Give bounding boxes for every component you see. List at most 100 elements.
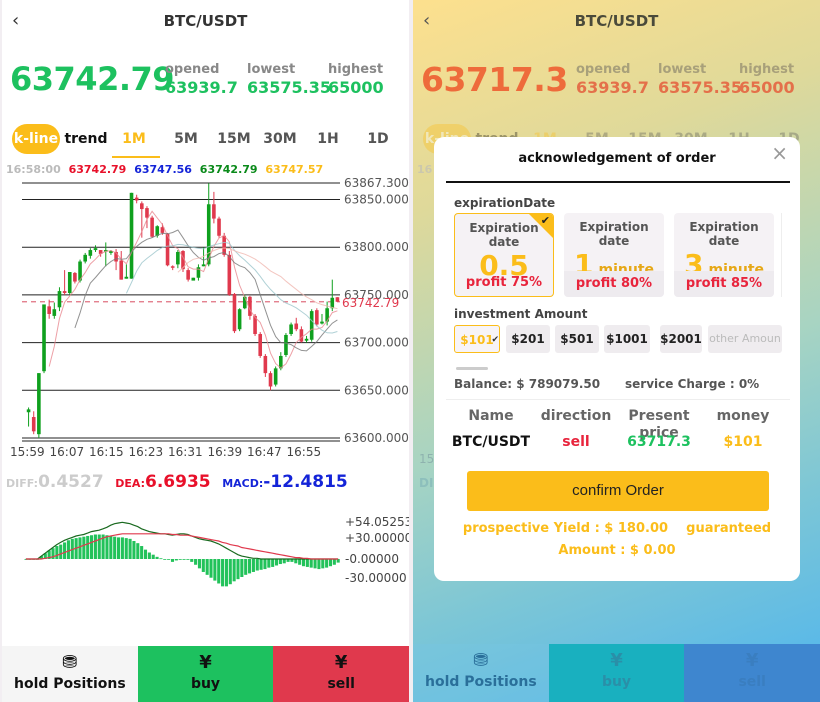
tab-30m[interactable]: 30M bbox=[260, 124, 300, 154]
expiration-header: Expiration date bbox=[579, 220, 649, 248]
yen-coin-icon: ¥ bbox=[610, 650, 623, 671]
col-present-price: Present price bbox=[628, 408, 690, 441]
price-summary: 63717.3 opened 63939.7 lowest 63575.35 h… bbox=[421, 58, 816, 108]
lowest-value: 63575.35 bbox=[247, 78, 332, 97]
opened-stat: opened 63939.7 bbox=[576, 62, 649, 97]
y-tick-label: 63600.0000 bbox=[344, 431, 409, 445]
candle-body bbox=[335, 297, 340, 302]
expiration-date-label: expirationDate bbox=[454, 196, 556, 210]
hold-positions-button[interactable]: ⛃ hold Positions bbox=[2, 646, 138, 702]
macd-bar bbox=[209, 559, 213, 578]
hold-positions-button[interactable]: ⛃ hold Positions bbox=[413, 644, 549, 702]
macd-bar bbox=[116, 537, 121, 559]
macd-y-tick: -30.00000 bbox=[345, 571, 407, 585]
expiration-scroll-edge bbox=[781, 213, 801, 297]
candle-body bbox=[67, 272, 72, 293]
row-direction: sell bbox=[562, 434, 590, 450]
macd-bar bbox=[255, 559, 259, 571]
amount-option-101[interactable]: $101 ✔ bbox=[454, 325, 500, 353]
highest-value: 65000 bbox=[739, 78, 795, 97]
macd-value: -12.4815 bbox=[263, 472, 348, 492]
tab-1h[interactable]: 1H bbox=[310, 124, 346, 154]
macd-readout: DIFF:0.4527 DEA:6.6935 MACD:-12.4815 bbox=[6, 472, 354, 492]
macd-bar bbox=[178, 559, 182, 560]
sell-button[interactable]: ¥ sell bbox=[273, 646, 409, 702]
candle-body bbox=[37, 373, 41, 435]
candle-body bbox=[42, 304, 46, 372]
buy-button[interactable]: ¥ buy bbox=[548, 644, 685, 702]
tab-k-line[interactable]: k-line bbox=[12, 124, 60, 154]
candle-body bbox=[284, 334, 288, 356]
confirm-order-button[interactable]: confirm Order bbox=[467, 471, 769, 511]
tab-15m[interactable]: 15M bbox=[214, 124, 254, 154]
expiration-option-1[interactable]: Expiration date 1 minute profit 80% bbox=[564, 213, 664, 297]
tab-5m[interactable]: 5M bbox=[168, 124, 204, 154]
macd-bar bbox=[321, 559, 325, 569]
sell-label: sell bbox=[327, 676, 355, 692]
candle-body bbox=[315, 310, 319, 325]
checkmark-icon: ✔ bbox=[491, 335, 499, 345]
expiration-option-0-5[interactable]: ✔ Expiration date 0.5 profit 75% bbox=[454, 213, 554, 297]
expiration-option-3[interactable]: Expiration date 3 minute profit 85% bbox=[674, 213, 774, 297]
macd-bar bbox=[332, 559, 336, 565]
macd-bar bbox=[278, 559, 282, 565]
lowest-stat: lowest 63575.35 bbox=[247, 62, 331, 97]
macd-bar bbox=[182, 559, 186, 560]
macd-bar bbox=[217, 559, 221, 584]
other-amount-input[interactable]: other Amoun bbox=[708, 325, 782, 353]
sell-button[interactable]: ¥ sell bbox=[684, 644, 820, 702]
candle-body bbox=[26, 409, 31, 413]
macd-bar bbox=[205, 559, 209, 575]
balance: Balance: $ 789079.50 bbox=[454, 377, 601, 391]
ma30-line bbox=[177, 247, 338, 310]
macd-bar bbox=[190, 559, 194, 562]
candle-body bbox=[145, 208, 149, 218]
amount-slider-handle[interactable] bbox=[456, 367, 488, 370]
prospective-yield: prospective Yield : $ 180.00 bbox=[462, 521, 669, 536]
row-name: BTC/USDT bbox=[451, 434, 531, 450]
candle-body bbox=[273, 368, 278, 385]
amount-option-1001[interactable]: $1001 bbox=[604, 325, 650, 353]
macd-bar bbox=[170, 559, 175, 562]
ma5-line bbox=[48, 210, 338, 369]
amount-option-201[interactable]: $201 bbox=[506, 325, 550, 353]
macd-bar bbox=[240, 559, 244, 577]
row-money: $101 bbox=[723, 434, 763, 450]
profit-rate: profit 80% bbox=[564, 271, 664, 297]
macd-bar bbox=[274, 559, 279, 566]
amount-option-501[interactable]: $501 bbox=[555, 325, 599, 353]
lowest-label: lowest bbox=[658, 62, 707, 77]
macd-bar bbox=[155, 556, 159, 559]
opened-value: 63939.7 bbox=[165, 78, 238, 97]
macd-bar bbox=[66, 540, 70, 559]
yen-coin-icon: ¥ bbox=[199, 652, 212, 673]
highest-label: highest bbox=[739, 62, 795, 77]
candle-body bbox=[212, 204, 216, 219]
x-tick-label: 16:23 bbox=[129, 445, 164, 459]
bg-ohlc-time: 16 bbox=[417, 163, 433, 176]
close-icon[interactable]: × bbox=[771, 141, 788, 165]
order-confirmation-screen: ‹ BTC/USDT 63717.3 opened 63939.7 lowest… bbox=[413, 0, 820, 702]
macd-bar bbox=[109, 535, 113, 559]
x-tick-label: 15:59 bbox=[10, 445, 45, 459]
macd-bar bbox=[59, 544, 63, 559]
macd-bar bbox=[305, 559, 309, 567]
tab-1d[interactable]: 1D bbox=[360, 124, 396, 154]
candle-body bbox=[299, 329, 304, 342]
tab-trend[interactable]: trend bbox=[64, 124, 108, 154]
candle-body bbox=[232, 293, 237, 332]
macd-bar bbox=[151, 554, 155, 559]
candle-body bbox=[62, 291, 67, 293]
candle-body bbox=[237, 309, 242, 330]
candle-body bbox=[289, 324, 293, 335]
dea-label: DEA: bbox=[115, 477, 146, 490]
macd-chart: +54.05253 +30.00000 -0.00000 -30.00000 bbox=[24, 515, 409, 587]
candle-body bbox=[129, 192, 134, 279]
candle-body bbox=[119, 260, 124, 280]
macd-bar bbox=[244, 559, 248, 575]
amount-option-2001[interactable]: $2001 bbox=[660, 325, 702, 353]
kline-screen: ‹ BTC/USDT 63742.79 opened 63939.7 lowes… bbox=[2, 0, 409, 702]
candlestick-chart[interactable]: 63867.300063850.000063800.000063750.0000… bbox=[2, 170, 409, 470]
tab-1m[interactable]: 1M bbox=[116, 124, 152, 154]
buy-button[interactable]: ¥ buy bbox=[137, 646, 274, 702]
